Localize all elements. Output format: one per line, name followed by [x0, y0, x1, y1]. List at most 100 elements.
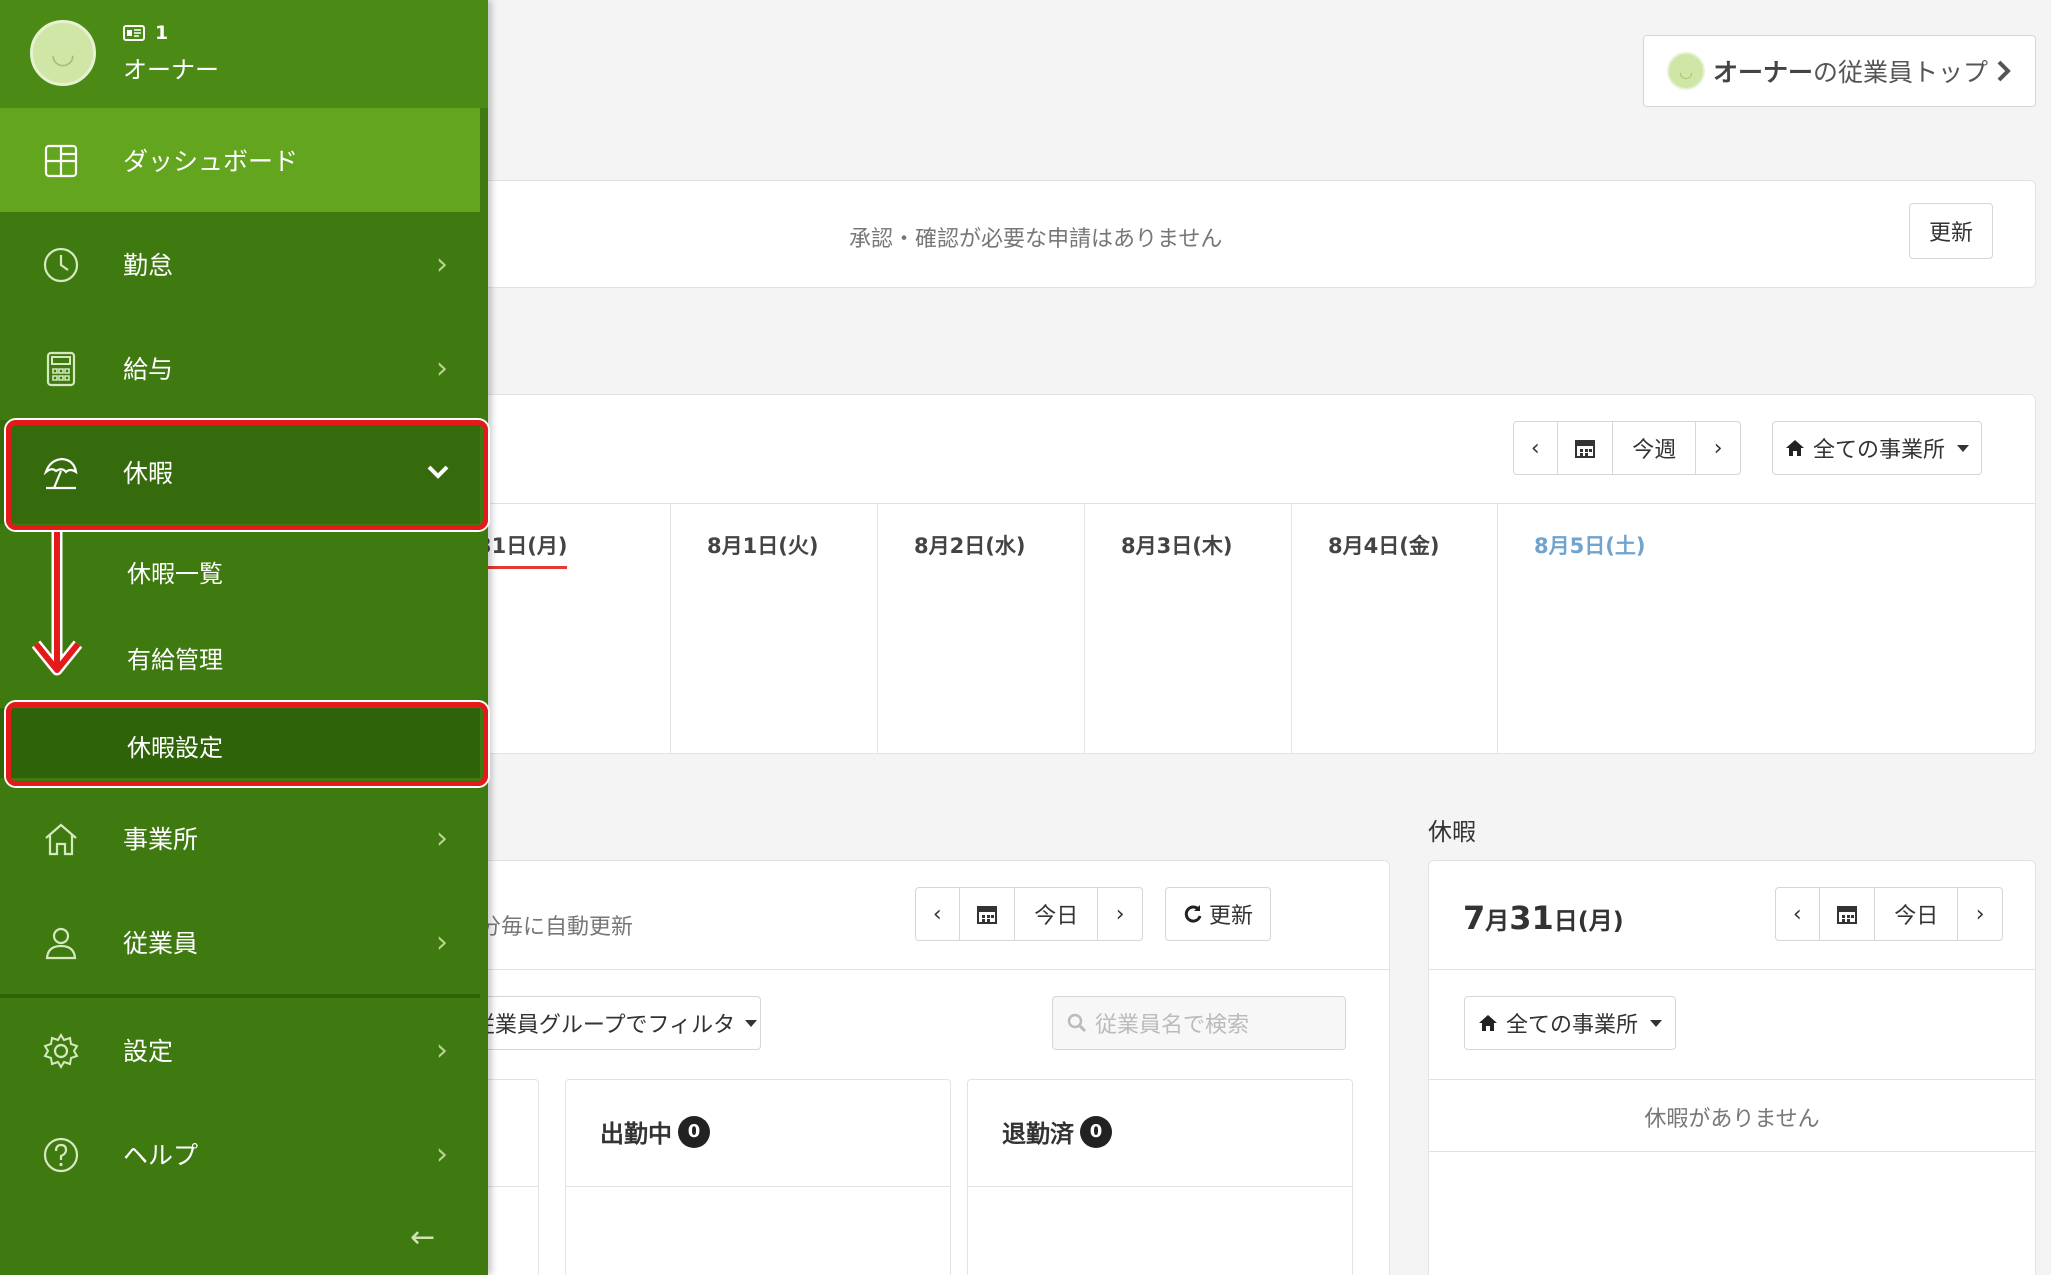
sidebar-item-employees[interactable]: 従業員 ›: [0, 890, 480, 994]
clock-icon: [43, 247, 79, 283]
annotation-arrow-icon: [31, 532, 83, 676]
status-title: 退勤済: [1002, 1120, 1074, 1148]
sidebar-item-label: 設定: [123, 1037, 174, 1066]
leave-day-nav: ‹ 今日 ›: [1775, 887, 2003, 941]
sidebar-item-label: 従業員: [123, 929, 199, 958]
user-icon: [45, 927, 77, 960]
refresh-icon: [1184, 905, 1202, 923]
count-badge: 0: [678, 1115, 710, 1148]
main-content: ◡ オーナーの従業員トップ 承認・確認が必要な申請はありません 更新 ‹ 今週 …: [469, 0, 2051, 1275]
caret-down-icon: [1957, 444, 1969, 452]
chevron-right-icon: ›: [436, 246, 448, 282]
calendar-day-label: 8月4日(金): [1328, 534, 1440, 558]
calendar-day[interactable]: 31日(月): [477, 504, 670, 754]
leave-prev-button[interactable]: ‹: [1776, 888, 1820, 940]
leave-empty-text: 休暇がありません: [1644, 1107, 1820, 1132]
week-calendar-picker-button[interactable]: [1558, 422, 1614, 474]
status-title: 出勤中: [600, 1120, 672, 1148]
chevron-right-icon: ›: [436, 350, 448, 386]
dashboard-icon: [44, 144, 78, 178]
leave-section-title: 休暇: [1428, 818, 1476, 846]
calendar-day[interactable]: 8月3日(木): [1084, 504, 1291, 754]
auto-refresh-text: 分毎に自動更新: [479, 915, 634, 940]
employee-search-input[interactable]: 従業員名で検索: [1052, 996, 1346, 1050]
sidebar-subitem-label: 有給管理: [127, 646, 223, 674]
sidebar-item-label: 給与: [123, 355, 174, 384]
caret-down-icon: [1650, 1019, 1662, 1027]
caret-down-icon: [745, 1019, 758, 1027]
calendar-day-label: 8月1日(火): [707, 534, 819, 558]
help-icon: [43, 1137, 79, 1173]
calendar-day[interactable]: 8月1日(火): [670, 504, 877, 754]
profile-role: オーナー: [123, 56, 219, 84]
leave-calendar-picker-button[interactable]: [1820, 888, 1876, 940]
gear-icon: [43, 1033, 79, 1069]
sidebar-item-label: 事業所: [123, 825, 199, 854]
group-filter-dropdown[interactable]: 従業員グループでフィルタ: [469, 996, 761, 1050]
owner-employee-top-button[interactable]: ◡ オーナーの従業員トップ: [1643, 35, 2036, 107]
attendance-refresh-button[interactable]: 更新: [1165, 887, 1271, 941]
home-icon: [1478, 1015, 1497, 1031]
chevron-right-icon: ›: [436, 1032, 448, 1068]
owner-top-rest: の従業員トップ: [1813, 58, 1989, 87]
chevron-right-icon: ›: [436, 1136, 448, 1172]
calendar-icon: [1574, 440, 1595, 458]
profile-header[interactable]: ◡ 1 オーナー: [0, 0, 488, 108]
day-next-button[interactable]: ›: [1098, 888, 1142, 940]
highlight-box-leave-settings: [6, 702, 488, 786]
search-placeholder: 従業員名で検索: [1095, 1013, 1250, 1038]
sidebar-item-payroll[interactable]: 給与 ›: [0, 316, 480, 420]
status-box-working: 出勤中 0: [565, 1079, 951, 1275]
this-week-button[interactable]: 今週: [1613, 422, 1697, 474]
today-button[interactable]: 今日: [1015, 888, 1099, 940]
calendar-day[interactable]: 8月4日(金): [1291, 504, 1497, 754]
week-office-filter[interactable]: 全ての事業所: [1772, 421, 1982, 475]
sidebar-item-dashboard[interactable]: ダッシュボード: [0, 108, 480, 212]
week-calendar: ‹ 今週 › 全ての事業所 31日(月) 8月1日(火) 8月2日(水) 8月3…: [477, 394, 2036, 754]
approval-refresh-button[interactable]: 更新: [1909, 203, 1993, 259]
calendar-day-label: 8月3日(木): [1121, 534, 1233, 558]
week-next-button[interactable]: ›: [1696, 422, 1740, 474]
calculator-icon: [46, 351, 76, 387]
leave-today-button[interactable]: 今日: [1875, 888, 1959, 940]
home-icon: [45, 823, 77, 856]
home-icon: [1785, 440, 1804, 456]
day-nav: ‹ 今日 ›: [915, 887, 1143, 941]
search-icon: [1067, 1013, 1087, 1033]
calendar-day[interactable]: 8月5日(土): [1497, 504, 1703, 754]
leave-panel: 7月31日(月) ‹ 今日 › 全ての事業所 休暇がありません: [1428, 860, 2036, 1275]
attendance-panel: 分毎に自動更新 ‹ 今日 › 更新 従業員グループでフィルタ 従業員名で検索 出…: [469, 860, 1390, 1275]
day-prev-button[interactable]: ‹: [916, 888, 960, 940]
calendar-day[interactable]: 8月2日(水): [877, 504, 1084, 754]
sidebar-item-settings[interactable]: 設定 ›: [0, 998, 480, 1102]
leave-office-filter[interactable]: 全ての事業所: [1464, 996, 1676, 1050]
week-office-filter-label: 全ての事業所: [1812, 438, 1945, 463]
chevron-right-icon: [1997, 60, 2011, 82]
attendance-refresh-label: 更新: [1208, 904, 1253, 929]
approval-panel: 承認・確認が必要な申請はありません 更新: [478, 180, 2036, 288]
sidebar-item-help[interactable]: ヘルプ ›: [0, 1102, 480, 1206]
count-badge: 0: [1080, 1115, 1112, 1148]
calendar-icon: [976, 906, 997, 924]
leave-office-filter-label: 全ての事業所: [1505, 1013, 1638, 1038]
id-card-icon: [123, 25, 145, 41]
week-prev-button[interactable]: ‹: [1514, 422, 1558, 474]
approval-message: 承認・確認が必要な申請はありません: [849, 227, 1223, 252]
calendar-day-label: 31日(月): [477, 530, 568, 569]
sidebar-item-label: ヘルプ: [123, 1141, 199, 1170]
calendar-icon: [1836, 906, 1857, 924]
collapse-sidebar-icon[interactable]: ←: [410, 1220, 435, 1255]
group-filter-label: 従業員グループでフィルタ: [472, 1013, 736, 1038]
chevron-right-icon: ›: [436, 820, 448, 856]
sidebar-item-offices[interactable]: 事業所 ›: [0, 786, 480, 890]
sidebar-item-label: ダッシュボード: [123, 147, 299, 176]
calendar-day-label: 8月5日(土): [1534, 534, 1646, 558]
status-box-left: 退勤済 0: [967, 1079, 1353, 1275]
avatar: ◡: [30, 20, 96, 86]
owner-avatar-icon: ◡: [1666, 52, 1705, 90]
day-calendar-picker-button[interactable]: [960, 888, 1016, 940]
profile-id: 1: [155, 22, 169, 44]
sidebar-item-attendance[interactable]: 勤怠 ›: [0, 212, 480, 316]
week-nav: ‹ 今週 ›: [1513, 421, 1741, 475]
leave-next-button[interactable]: ›: [1958, 888, 2002, 940]
